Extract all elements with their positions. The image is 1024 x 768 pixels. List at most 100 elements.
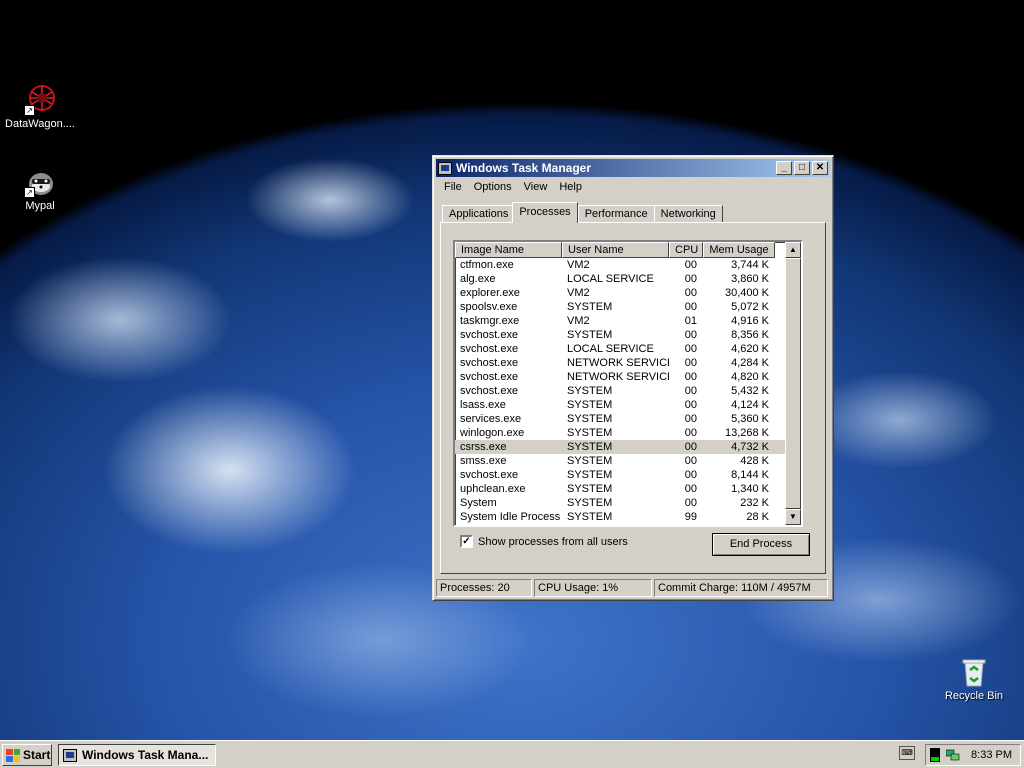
process-name: svchost.exe (460, 469, 519, 481)
column-mem-usage[interactable]: Mem Usage (703, 242, 775, 258)
process-mem: 4,732 K (731, 441, 769, 453)
process-user: NETWORK SERVICE (567, 357, 669, 369)
process-row[interactable]: uphclean.exe SYSTEM 00 1,340 K (455, 482, 801, 496)
process-rows: ctfmon.exe VM2 00 3,744 K alg.exe LOCAL SERVI… (455, 258, 801, 524)
process-mem: 8,356 K (731, 329, 769, 341)
tab-applications[interactable]: Applications (442, 205, 516, 223)
process-name: svchost.exe (460, 357, 519, 369)
process-user: SYSTEM (567, 511, 613, 523)
menu-view[interactable]: View (518, 181, 554, 193)
process-row[interactable]: System Idle Process SYSTEM 99 28 K (455, 510, 801, 524)
system-tray: 8:33 PM (925, 744, 1021, 766)
task-manager-icon (63, 748, 77, 762)
mypal-icon: ↗ (24, 166, 56, 198)
process-user: SYSTEM (567, 399, 613, 411)
process-cpu: 00 (684, 385, 697, 397)
show-all-users-option[interactable]: ✓ Show processes from all users (460, 535, 628, 548)
network-icon[interactable] (945, 748, 960, 762)
title-bar[interactable]: Windows Task Manager _ □ ✕ (436, 159, 830, 177)
desktop-icon-recycle-bin[interactable]: Recycle Bin (934, 656, 1014, 702)
process-mem: 8,144 K (731, 469, 769, 481)
desktop-icon-mypal[interactable]: ↗ Mypal (0, 166, 80, 212)
process-name: svchost.exe (460, 385, 519, 397)
tab-performance[interactable]: Performance (577, 205, 655, 223)
process-row[interactable]: lsass.exe SYSTEM 00 4,124 K (455, 398, 801, 412)
menu-help[interactable]: Help (553, 181, 588, 193)
process-cpu: 00 (684, 497, 697, 509)
status-commit-charge: Commit Charge: 110M / 4957M (654, 579, 828, 597)
process-name: System (460, 497, 497, 509)
process-row[interactable]: ctfmon.exe VM2 00 3,744 K (455, 258, 801, 272)
process-cpu: 00 (684, 371, 697, 383)
desktop-icon-label: Recycle Bin (944, 690, 1004, 702)
process-row[interactable]: explorer.exe VM2 00 30,400 K (455, 286, 801, 300)
process-user: SYSTEM (567, 413, 613, 425)
taskbar-button-label: Windows Task Mana... (82, 748, 209, 762)
process-name: uphclean.exe (460, 483, 526, 495)
process-name: winlogon.exe (460, 427, 525, 439)
task-manager-window: Windows Task Manager _ □ ✕ File Options … (432, 155, 834, 601)
process-user: VM2 (567, 315, 590, 327)
end-process-button[interactable]: End Process (712, 533, 810, 556)
show-all-users-label: Show processes from all users (478, 535, 628, 548)
process-row[interactable]: svchost.exe LOCAL SERVICE 00 4,620 K (455, 342, 801, 356)
column-image-name[interactable]: Image Name (455, 242, 562, 258)
process-mem: 4,820 K (731, 371, 769, 383)
process-row[interactable]: spoolsv.exe SYSTEM 00 5,072 K (455, 300, 801, 314)
process-row[interactable]: svchost.exe NETWORK SERVICE 00 4,820 K (455, 370, 801, 384)
process-mem: 3,860 K (731, 273, 769, 285)
maximize-button[interactable]: □ (794, 161, 810, 175)
process-row[interactable]: System SYSTEM 00 232 K (455, 496, 801, 510)
process-row[interactable]: winlogon.exe SYSTEM 00 13,268 K (455, 426, 801, 440)
process-row[interactable]: services.exe SYSTEM 00 5,360 K (455, 412, 801, 426)
menu-options[interactable]: Options (468, 181, 518, 193)
minimize-button[interactable]: _ (776, 161, 792, 175)
process-list[interactable]: Image Name User Name CPU Mem Usage ctfmo… (453, 240, 803, 527)
cpu-meter-icon[interactable] (930, 748, 942, 762)
desktop-icon-label: DataWagon.... (5, 118, 75, 130)
start-button[interactable]: Start (2, 744, 52, 766)
recycle-bin-icon (958, 656, 990, 688)
scroll-down-arrow-icon[interactable]: ▼ (785, 509, 801, 525)
column-user-name[interactable]: User Name (562, 242, 669, 258)
scrollbar-thumb[interactable] (785, 258, 801, 509)
process-cpu: 00 (684, 273, 697, 285)
keyboard-layout-icon[interactable]: ⌨ (899, 746, 915, 760)
process-row[interactable]: csrss.exe SYSTEM 00 4,732 K (455, 440, 801, 454)
process-list-header: Image Name User Name CPU Mem Usage (455, 242, 801, 258)
process-cpu: 00 (684, 413, 697, 425)
show-all-users-checkbox[interactable]: ✓ (460, 535, 473, 548)
tab-processes[interactable]: Processes (512, 202, 578, 223)
process-user: VM2 (567, 287, 590, 299)
process-name: ctfmon.exe (460, 259, 514, 271)
process-mem: 428 K (740, 455, 769, 467)
process-row[interactable]: svchost.exe SYSTEM 00 8,356 K (455, 328, 801, 342)
task-manager-icon (438, 161, 452, 175)
taskbar-button-task-manager[interactable]: Windows Task Mana... (58, 744, 216, 766)
process-mem: 5,360 K (731, 413, 769, 425)
clock[interactable]: 8:33 PM (971, 749, 1012, 761)
vertical-scrollbar[interactable]: ▲ ▼ (785, 242, 801, 525)
process-row[interactable]: alg.exe LOCAL SERVICE 00 3,860 K (455, 272, 801, 286)
desktop-icon-datawagon[interactable]: ↗ DataWagon.... (0, 84, 80, 130)
process-row[interactable]: taskmgr.exe VM2 01 4,916 K (455, 314, 801, 328)
close-button[interactable]: ✕ (812, 161, 828, 175)
process-mem: 4,124 K (731, 399, 769, 411)
menu-file[interactable]: File (438, 181, 468, 193)
process-row[interactable]: svchost.exe SYSTEM 00 5,432 K (455, 384, 801, 398)
process-cpu: 00 (684, 343, 697, 355)
process-row[interactable]: smss.exe SYSTEM 00 428 K (455, 454, 801, 468)
process-row[interactable]: svchost.exe NETWORK SERVICE 00 4,284 K (455, 356, 801, 370)
menu-bar: File Options View Help (436, 177, 830, 196)
process-user: SYSTEM (567, 427, 613, 439)
scroll-up-arrow-icon[interactable]: ▲ (785, 242, 801, 258)
column-cpu[interactable]: CPU (669, 242, 703, 258)
process-cpu: 01 (684, 315, 697, 327)
tab-strip: Applications Processes Performance Netwo… (436, 202, 830, 223)
process-user: NETWORK SERVICE (567, 371, 669, 383)
process-row[interactable]: svchost.exe SYSTEM 00 8,144 K (455, 468, 801, 482)
process-name: smss.exe (460, 455, 507, 467)
process-user: SYSTEM (567, 483, 613, 495)
tab-networking[interactable]: Networking (653, 205, 723, 223)
desktop-icon-label: Mypal (25, 200, 55, 212)
